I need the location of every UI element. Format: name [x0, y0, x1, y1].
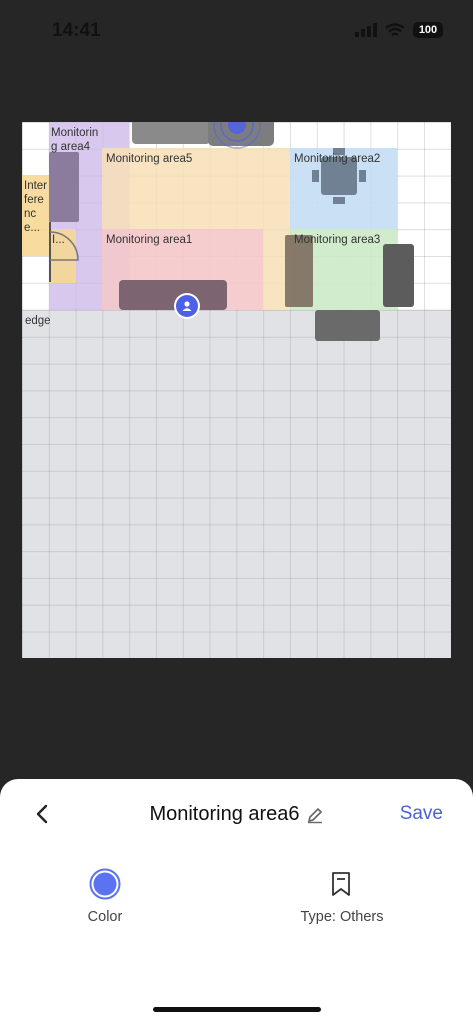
zone-label-interference-small: I... — [52, 234, 65, 246]
wardrobe — [49, 152, 79, 222]
edge-label: edge — [25, 315, 51, 327]
bookmark-icon[interactable] — [329, 871, 353, 897]
zone-label-interference: Interference... — [24, 180, 48, 234]
zone-label-monitoring-area4: Monitoring area4 — [51, 127, 99, 153]
battery-level: 100 — [418, 24, 438, 36]
user-icon — [182, 301, 192, 311]
sheet-title-group[interactable]: Monitoring area6 — [100, 803, 373, 826]
outside-area — [22, 310, 451, 658]
status-bar: 14:41 100 — [0, 0, 473, 62]
chevron-left-icon — [36, 804, 48, 824]
zone-label-monitoring-area1: Monitoring area1 — [106, 234, 193, 246]
floor-map[interactable]: Monitoring area4 Monitoring area5 Monito… — [22, 122, 451, 658]
back-button[interactable] — [30, 801, 56, 827]
pencil-icon[interactable] — [306, 806, 324, 824]
area-name-title: Monitoring area6 — [149, 803, 300, 825]
user-location-marker[interactable] — [176, 295, 198, 317]
sensor-icon — [213, 122, 261, 149]
zone-label-monitoring-area2: Monitoring area2 — [294, 153, 381, 165]
status-time: 14:41 — [52, 20, 101, 41]
home-indicator — [153, 1007, 321, 1012]
cabinet-top — [132, 122, 210, 144]
wifi-icon — [385, 22, 405, 36]
sofa — [119, 280, 227, 310]
battery-icon: 100 — [413, 22, 443, 38]
signal-icon — [355, 23, 377, 37]
sink-counter — [315, 310, 380, 341]
type-label[interactable]: Type: Others — [276, 909, 408, 925]
zone-label-monitoring-area5: Monitoring area5 — [106, 153, 193, 165]
save-button[interactable]: Save — [400, 803, 443, 825]
stove — [383, 244, 414, 307]
color-swatch-icon[interactable] — [89, 868, 121, 900]
status-icons: 100 — [355, 22, 443, 38]
zone-label-monitoring-area3: Monitoring area3 — [294, 234, 381, 246]
color-label[interactable]: Color — [55, 909, 155, 925]
area-settings-sheet: Monitoring area6 Save Color Type: Others — [0, 779, 473, 1024]
